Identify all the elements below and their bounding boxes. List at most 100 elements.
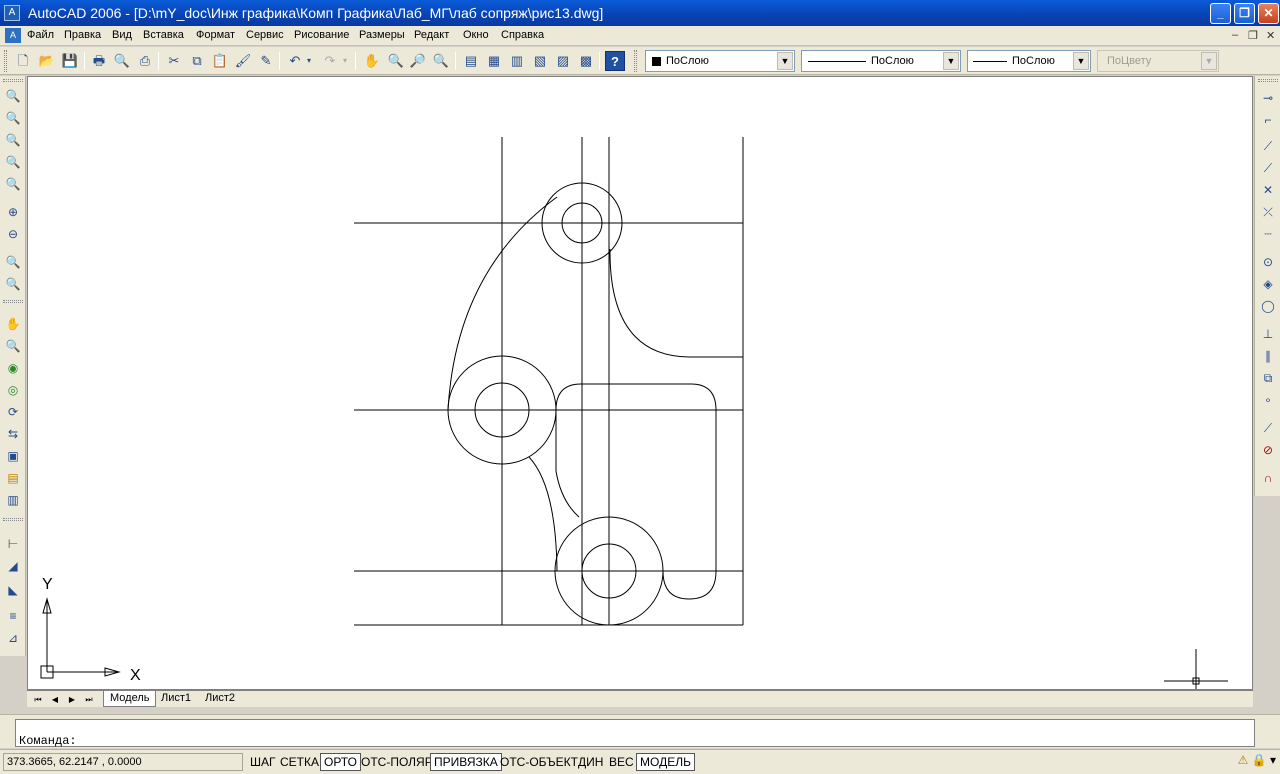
dimension-style-icon[interactable]: ≡ [3,606,23,626]
3d-zoom-icon[interactable]: 🔍 [3,336,23,356]
status-menu-icon[interactable]: ▾ [1270,753,1276,767]
chevron-down-icon[interactable]: ▼ [777,52,793,70]
next-tab-icon[interactable]: ▶ [65,693,79,706]
toolbar-grip[interactable] [634,50,637,72]
snap-none-icon[interactable]: ⊘ [1258,440,1278,460]
dimension-update-icon[interactable]: ⊿ [3,628,23,648]
sheet-set-icon[interactable]: ▧ [530,51,550,71]
menu-help[interactable]: Справка [501,29,544,41]
snap-midpoint-icon[interactable]: ⟋ [1258,158,1278,178]
menu-file[interactable]: Файл [27,29,54,41]
snap-tangent-icon[interactable]: ◯ [1258,296,1278,316]
menu-format[interactable]: Формат [196,29,235,41]
warning-icon[interactable]: ⚠ [1238,753,1249,767]
menu-insert[interactable]: Вставка [143,29,184,41]
snap-center-icon[interactable]: ⊙ [1258,252,1278,272]
doc-close-button[interactable]: ✕ [1266,29,1275,42]
grid-toggle[interactable]: СЕТКА [276,753,323,771]
linear-dimension-icon[interactable]: ⊢ [3,534,23,554]
temporary-tracking-icon[interactable]: ⊸ [1258,88,1278,108]
plot-preview-icon[interactable]: 🔍 [112,51,132,71]
toolbar-grip[interactable] [3,518,23,521]
tab-model[interactable]: Модель [103,691,157,707]
3d-orbit-icon[interactable]: ◉ [3,358,23,378]
design-center-icon[interactable]: ▦ [484,51,504,71]
doc-restore-button[interactable]: ❐ [1248,29,1258,42]
snap-perpendicular-icon[interactable]: ⊥ [1258,324,1278,344]
help-icon[interactable]: ? [605,51,625,71]
3d-distance-icon[interactable]: ⇆ [3,424,23,444]
pan-realtime-icon[interactable]: ✋ [362,51,382,71]
menu-edit[interactable]: Правка [64,29,101,41]
zoom-previous-icon[interactable]: 🔍 [431,51,451,71]
zoom-window-icon[interactable]: 🔎 [408,51,428,71]
command-line[interactable]: Команда: [15,719,1255,748]
open-icon[interactable]: 📂 [37,51,57,71]
close-button[interactable]: ✕ [1258,3,1279,24]
snap-quadrant-icon[interactable]: ◈ [1258,274,1278,294]
snap-from-icon[interactable]: ⌐ [1258,110,1278,130]
menu-window[interactable]: Окно [463,29,489,41]
cut-icon[interactable]: ✂ [164,51,184,71]
lineweight-toggle[interactable]: ВЕС [605,753,638,771]
zoom-all-icon[interactable]: 🔍 [3,252,23,272]
document-icon[interactable]: A [5,28,21,43]
aligned-dimension-icon[interactable]: ◢ [3,556,23,576]
3d-clip-icon[interactable]: ▣ [3,446,23,466]
snap-toggle[interactable]: ШАГ [246,753,280,771]
dyn-toggle[interactable]: ДИН [574,753,607,771]
undo-dropdown-icon[interactable]: ▾ [304,51,314,71]
otrack-toggle[interactable]: ОТС-ОБЪЕКТ [496,753,582,771]
lineweight-control[interactable]: ПоСлою ▼ [967,50,1091,72]
restore-button[interactable]: ❐ [1234,3,1255,24]
autocad-app-icon[interactable]: A [4,5,20,21]
osnap-toggle[interactable]: ПРИВЯЗКА [430,753,502,771]
redo-dropdown-icon[interactable]: ▾ [340,51,350,71]
coordinates-display[interactable]: 373.3665, 62.2147 , 0.0000 [3,753,243,771]
prev-tab-icon[interactable]: ◀ [48,693,62,706]
redo-icon[interactable]: ↷ [320,51,340,71]
zoom-dynamic-icon[interactable]: 🔍 [3,108,23,128]
chevron-down-icon[interactable]: ▼ [943,52,959,70]
chevron-down-icon[interactable]: ▼ [1073,52,1089,70]
zoom-realtime-icon[interactable]: 🔍 [386,51,406,71]
drawing-area[interactable]: Y X [27,76,1253,690]
menu-tools[interactable]: Сервис [246,29,284,41]
properties-icon[interactable]: ▤ [461,51,481,71]
linetype-control[interactable]: ПоСлою ▼ [801,50,961,72]
minimize-button[interactable]: _ [1210,3,1231,24]
block-editor-icon[interactable]: ✎ [256,51,276,71]
menu-view[interactable]: Вид [112,29,132,41]
menu-modify[interactable]: Редакт [414,29,449,41]
markup-set-icon[interactable]: ▨ [553,51,573,71]
zoom-out-icon[interactable]: ⊖ [3,224,23,244]
ortho-toggle[interactable]: ОРТО [320,753,361,771]
zoom-object-icon[interactable]: 🔍 [3,174,23,194]
osnap-settings-icon[interactable]: ∩ [1258,468,1278,488]
snap-insert-icon[interactable]: ⧉ [1258,368,1278,388]
lock-icon[interactable]: 🔒 [1252,753,1267,767]
tab-layout2[interactable]: Лист2 [199,691,241,707]
save-icon[interactable]: 💾 [60,51,80,71]
toolbar-grip[interactable] [4,50,7,72]
undo-icon[interactable]: ↶ [285,51,305,71]
doc-minimize-button[interactable]: – [1232,29,1238,41]
model-toggle[interactable]: МОДЕЛЬ [636,753,695,771]
front-clip-icon[interactable]: ▤ [3,468,23,488]
snap-parallel-icon[interactable]: ∥ [1258,346,1278,366]
polar-toggle[interactable]: ОТС-ПОЛЯР [357,753,437,771]
last-tab-icon[interactable]: ⏭ [82,693,96,706]
new-icon[interactable]: 🗋 [13,51,33,71]
calculator-icon[interactable]: ▩ [576,51,596,71]
menu-dimension[interactable]: Размеры [359,29,405,41]
publish-icon[interactable]: ⎙ [135,51,155,71]
first-tab-icon[interactable]: ⏮ [31,693,45,706]
snap-extension-icon[interactable]: ┈ [1258,224,1278,244]
snap-node-icon[interactable]: ∘ [1258,390,1278,410]
zoom-in-icon[interactable]: ⊕ [3,202,23,222]
plot-icon[interactable]: 🖶 [89,51,109,71]
toolbar-grip[interactable] [3,300,23,303]
3d-continuous-orbit-icon[interactable]: ◎ [3,380,23,400]
copy-icon[interactable]: ⧉ [187,51,207,71]
zoom-scale-icon[interactable]: 🔍 [3,130,23,150]
